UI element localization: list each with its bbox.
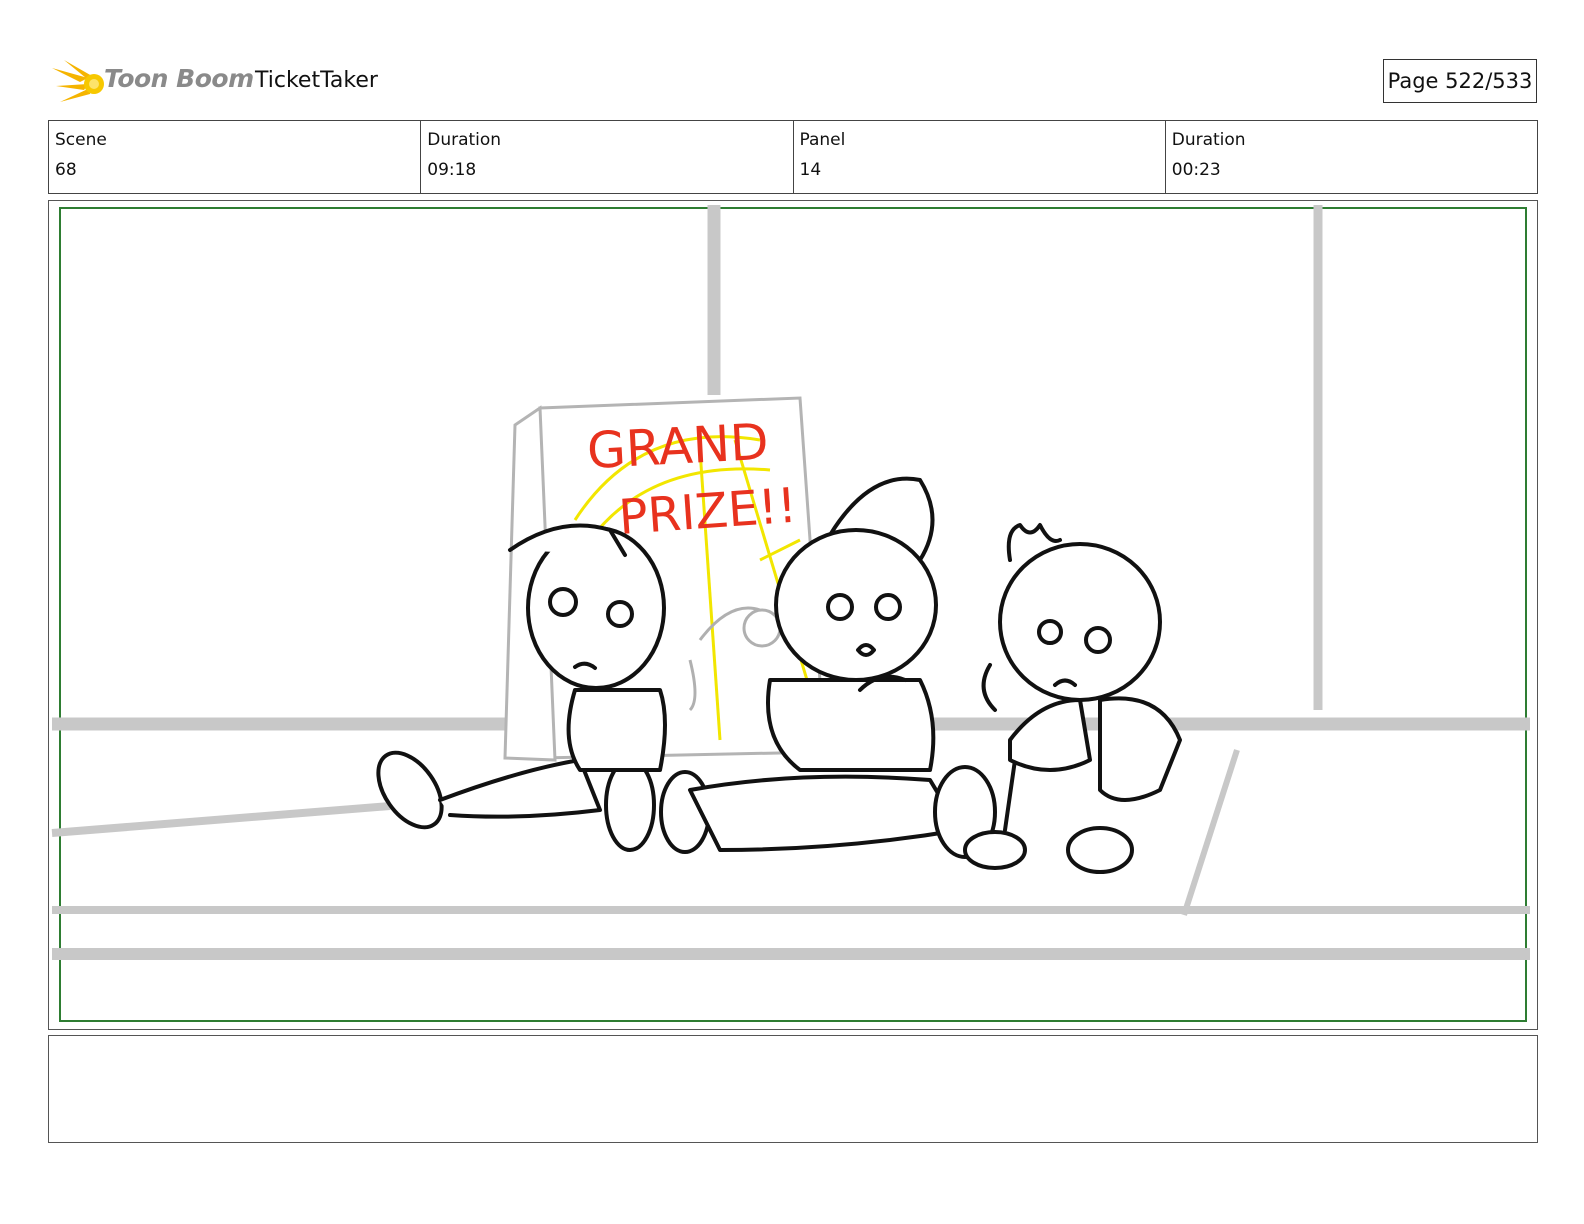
sign-text-line1: GRAND [586,413,770,480]
right-kid [963,523,1182,874]
panel-notes-area [48,1035,1538,1143]
